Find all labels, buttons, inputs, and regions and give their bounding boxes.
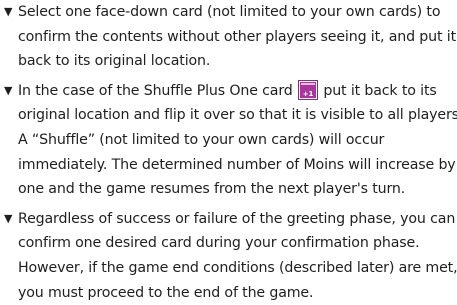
- bullet-triangle-icon: ▼: [4, 83, 13, 97]
- text-line: However, if the game end conditions (des…: [18, 259, 457, 276]
- text-line: confirm the contents without other playe…: [18, 28, 456, 45]
- text-segment: In the case of the Shuffle Plus One card: [18, 82, 297, 99]
- shuffle-plus-one-card-icon: +1: [297, 79, 318, 100]
- rule-paragraph-shuffle-plus-one: ▼ In the case of the Shuffle Plus One ca…: [4, 79, 457, 202]
- text-line: you must proceed to the end of the game.: [18, 284, 314, 301]
- text-line: one and the game resumes from the next p…: [18, 181, 406, 198]
- rule-paragraph-confirm-card: ▼ Select one face-down card (not limited…: [4, 0, 456, 74]
- text-line: confirm one desired card during your con…: [18, 235, 420, 252]
- rule-paragraph-confirmation-phase: ▼ Regardless of success or failure of th…: [4, 207, 457, 305]
- text-line: A “Shuffle” (not limited to your own car…: [18, 131, 385, 148]
- text-line: Regardless of success or failure of the …: [18, 210, 456, 227]
- text-line: immediately. The determined number of Mo…: [18, 156, 456, 173]
- card-icon-glyph: +1: [302, 89, 314, 98]
- rules-text-block: ▼ Select one face-down card (not limited…: [4, 0, 457, 305]
- text-line-with-icon: In the case of the Shuffle Plus One card…: [18, 79, 456, 104]
- text-line: back to its original location.: [18, 53, 211, 70]
- text-line: Select one face-down card (not limited t…: [18, 4, 441, 20]
- text-segment: put it back to its: [318, 82, 437, 99]
- text-line: original location and flip it over so th…: [18, 107, 457, 124]
- bullet-triangle-icon: ▼: [4, 211, 13, 225]
- bullet-triangle-icon: ▼: [4, 5, 13, 18]
